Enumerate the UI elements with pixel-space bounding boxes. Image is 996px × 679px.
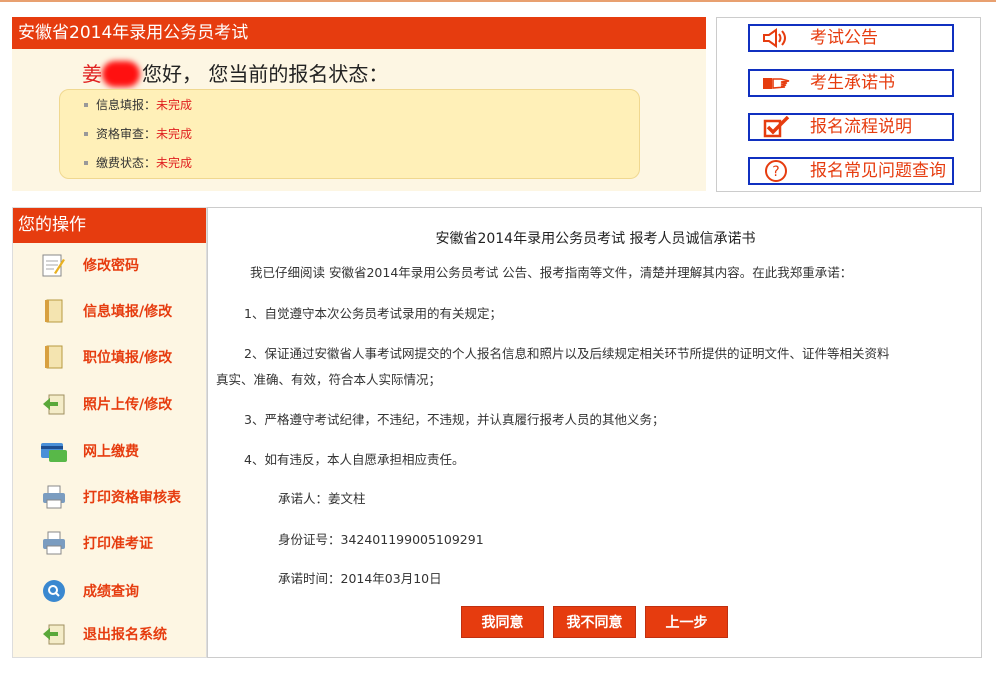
link-label: 报名流程说明 — [810, 117, 912, 137]
menu-item-label: 网上缴费 — [83, 444, 139, 460]
status-sep: ： — [144, 98, 157, 112]
status-label: 信息填报 — [96, 98, 145, 112]
status-value: 未完成 — [156, 156, 193, 170]
link-registration-process[interactable]: 报名流程说明 — [748, 113, 954, 141]
link-label: 考生承诺书 — [810, 73, 895, 93]
quick-links-panel: 考试公告 考生承诺书 报名流程说明 ? 报名常见问题查询 — [716, 17, 981, 192]
top-rule — [0, 0, 996, 2]
status-box: 信息填报：未完成 资格审查：未完成 缴费状态：未完成 — [59, 89, 640, 179]
pledge-title: 安徽省2014年录用公务员考试 报考人员诚信承诺书 — [435, 231, 756, 247]
arrow-left-icon — [39, 389, 69, 419]
pledge-intro: 我已仔细阅读 安徽省2014年录用公务员考试 公告、报考指南等文件，清楚并理解其… — [250, 265, 853, 280]
status-panel: 安徽省2014年录用公务员考试 姜 您好， 您当前的报名状态： 信息填报：未完成 … — [12, 17, 706, 191]
menu-item-score-query[interactable]: 成绩查询 — [39, 576, 139, 606]
pledge-panel: 安徽省2014年录用公务员考试 报考人员诚信承诺书 我已仔细阅读 安徽省2014… — [207, 207, 982, 658]
agree-button[interactable]: 我同意 — [461, 606, 544, 638]
checkbox-icon — [762, 116, 790, 138]
menu-item-print-review[interactable]: 打印资格审核表 — [39, 482, 181, 512]
menu-item-print-admission[interactable]: 打印准考证 — [39, 528, 153, 558]
bullet — [84, 103, 88, 107]
menu-item-label: 成绩查询 — [83, 584, 139, 600]
status-label: 资格审查 — [96, 127, 145, 141]
exit-icon — [39, 619, 69, 649]
status-item-info: 信息填报：未完成 — [84, 96, 192, 113]
status-value: 未完成 — [156, 127, 193, 141]
menu-item-label: 打印准考证 — [83, 536, 153, 552]
pledge-date: 承诺时间：2014年03月10日 — [278, 571, 442, 586]
status-item-qualification: 资格审查：未完成 — [84, 125, 192, 142]
operations-menu: 您的操作 修改密码 信息填报/修改 职位填报/修改 照片上传/修改 网上缴费 打… — [12, 207, 207, 658]
pledge-item-4: 4、如有违反，本人自愿承担相应责任。 — [244, 452, 465, 467]
menu-item-label: 打印资格审核表 — [83, 490, 181, 506]
menu-item-exit[interactable]: 退出报名系统 — [39, 619, 167, 649]
pointing-hand-icon — [762, 73, 790, 93]
menu-item-label: 修改密码 — [83, 258, 139, 274]
status-label: 缴费状态 — [96, 156, 145, 170]
menu-item-photo-upload[interactable]: 照片上传/修改 — [39, 389, 172, 419]
menu-item-change-password[interactable]: 修改密码 — [39, 250, 139, 280]
link-exam-announcement[interactable]: 考试公告 — [748, 24, 954, 52]
pledge-item-2-cont: 真实、准确、有效，符合本人实际情况； — [216, 372, 442, 387]
bullet — [84, 161, 88, 165]
menu-item-label: 信息填报/修改 — [83, 304, 173, 320]
magnifier-icon — [39, 576, 69, 606]
redacted-name — [102, 61, 140, 87]
exam-title: 安徽省2014年录用公务员考试 — [12, 17, 706, 49]
question-icon: ? — [762, 160, 790, 182]
status-sep: ： — [144, 156, 157, 170]
greeting-text: 您好， 您当前的报名状态： — [142, 62, 389, 86]
pledge-item-2: 2、保证通过安徽省人事考试网提交的个人报名信息和照片以及后续规定相关环节所提供的… — [244, 346, 890, 361]
book-icon — [39, 342, 69, 372]
speaker-icon — [762, 28, 790, 48]
pledge-item-3: 3、严格遵守考试纪律，不违纪，不违规，并认真履行报考人员的其他义务； — [244, 412, 665, 427]
printer-icon — [39, 482, 69, 512]
notepad-pencil-icon — [39, 250, 69, 280]
bullet — [84, 132, 88, 136]
menu-item-label: 职位填报/修改 — [83, 350, 173, 366]
link-candidate-pledge[interactable]: 考生承诺书 — [748, 69, 954, 97]
link-label: 考试公告 — [810, 28, 878, 48]
svg-text:?: ? — [772, 164, 779, 180]
book-icon — [39, 296, 69, 326]
card-icon — [39, 436, 69, 466]
status-item-payment: 缴费状态：未完成 — [84, 154, 192, 171]
menu-item-label: 退出报名系统 — [83, 627, 167, 643]
link-faq[interactable]: ? 报名常见问题查询 — [748, 157, 954, 185]
menu-item-info-fill[interactable]: 信息填报/修改 — [39, 296, 172, 326]
disagree-button[interactable]: 我不同意 — [553, 606, 636, 638]
menu-item-online-payment[interactable]: 网上缴费 — [39, 436, 139, 466]
printer-icon — [39, 528, 69, 558]
status-value: 未完成 — [156, 98, 193, 112]
menu-item-position-fill[interactable]: 职位填报/修改 — [39, 342, 172, 372]
back-button[interactable]: 上一步 — [645, 606, 728, 638]
greeting-surname: 姜 — [82, 62, 102, 86]
pledge-signer: 承诺人：姜文柱 — [278, 491, 366, 506]
pledge-id-number: 身份证号：342401199005109291 — [278, 532, 484, 547]
menu-item-label: 照片上传/修改 — [83, 397, 173, 413]
link-label: 报名常见问题查询 — [810, 161, 946, 181]
pledge-item-1: 1、自觉遵守本次公务员考试录用的有关规定； — [244, 306, 502, 321]
menu-title: 您的操作 — [13, 208, 206, 243]
status-sep: ： — [144, 127, 157, 141]
greeting: 姜 您好， 您当前的报名状态： — [82, 58, 388, 87]
